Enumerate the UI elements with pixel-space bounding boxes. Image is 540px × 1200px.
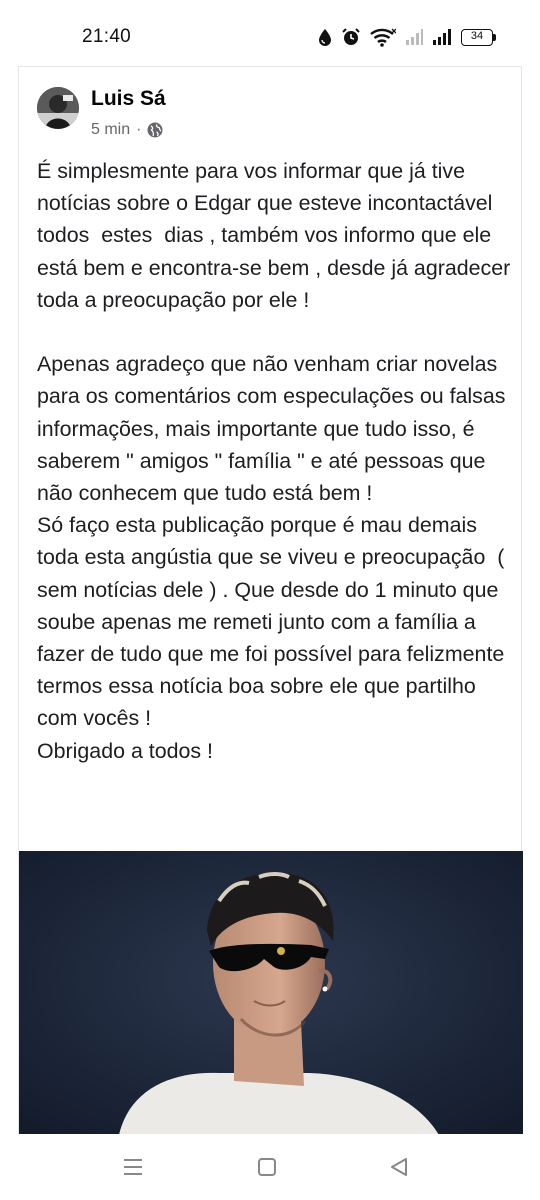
- menu-icon[interactable]: [122, 1156, 144, 1178]
- meta-separator: ·: [136, 121, 142, 138]
- back-icon[interactable]: [388, 1156, 410, 1178]
- status-bar: 21:40 34: [0, 0, 540, 66]
- post-timestamp[interactable]: 5 min: [91, 121, 130, 139]
- post-meta: 5 min ·: [91, 121, 163, 139]
- wifi-icon: [370, 28, 396, 47]
- status-time: 21:40: [82, 26, 132, 47]
- alarm-icon: [342, 28, 360, 45]
- status-icons: 34: [318, 26, 496, 48]
- signal-icon: [433, 29, 451, 45]
- post-photo[interactable]: [19, 851, 523, 1135]
- avatar[interactable]: [37, 87, 79, 129]
- post-text: É simplesmente para vos informar que já …: [37, 159, 511, 763]
- navigation-bar: [0, 1134, 540, 1200]
- water-drop-icon: [319, 29, 331, 46]
- signal-empty-icon: [406, 29, 423, 45]
- author-name[interactable]: Luis Sá: [91, 87, 166, 111]
- globe-icon: [147, 122, 163, 138]
- post-card: Luis Sá 5 min · É simplesmente para vos …: [18, 66, 523, 1135]
- battery-icon: 34: [461, 28, 496, 46]
- home-icon[interactable]: [257, 1156, 277, 1178]
- battery-level: 34: [461, 28, 493, 46]
